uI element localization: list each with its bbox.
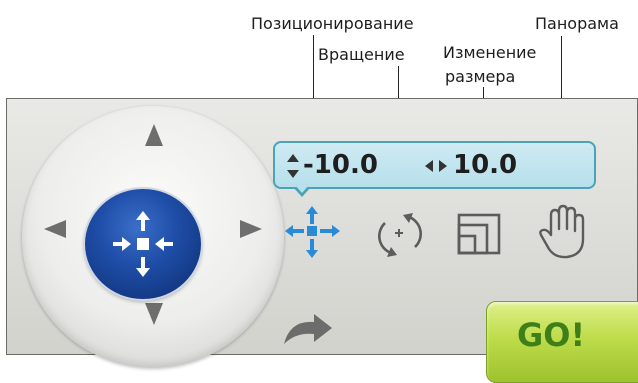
hand-icon [539, 204, 585, 259]
rotate-icon [378, 213, 422, 257]
redo-button[interactable] [280, 306, 336, 350]
callout-positioning: Позиционирование [251, 14, 414, 33]
center-move-icon [113, 211, 173, 277]
horizontal-value: 10.0 [453, 150, 518, 180]
pan-tool-button[interactable] [537, 203, 589, 261]
position-readout: -10.0 10.0 [273, 141, 596, 189]
readout-pointer-fill [295, 185, 309, 193]
go-button-label: GO! [517, 316, 586, 354]
go-button[interactable]: GO! [486, 301, 638, 383]
callout-pan: Панорама [535, 14, 619, 33]
resize-icon [457, 213, 501, 255]
horizontal-arrows-icon [425, 160, 447, 172]
arrow-right-button[interactable] [240, 220, 262, 238]
callout-rotation: Вращение [318, 45, 405, 64]
arrow-left-button[interactable] [44, 220, 66, 238]
arrow-down-button[interactable] [145, 303, 163, 325]
arrow-up-button[interactable] [145, 124, 163, 146]
center-button[interactable] [85, 189, 201, 299]
direction-pad[interactable] [22, 106, 284, 368]
resize-tool-button[interactable] [456, 212, 502, 256]
move-arrows-icon [285, 206, 340, 258]
callout-resize-line2: размера [445, 67, 516, 86]
vertical-arrows-icon [287, 154, 299, 178]
curved-arrow-icon [284, 314, 332, 344]
vertical-value: -10.0 [303, 150, 378, 180]
positioning-tool-button[interactable] [283, 202, 343, 262]
callout-resize-line1: Изменение [443, 43, 537, 62]
rotation-tool-button[interactable] [371, 209, 429, 261]
